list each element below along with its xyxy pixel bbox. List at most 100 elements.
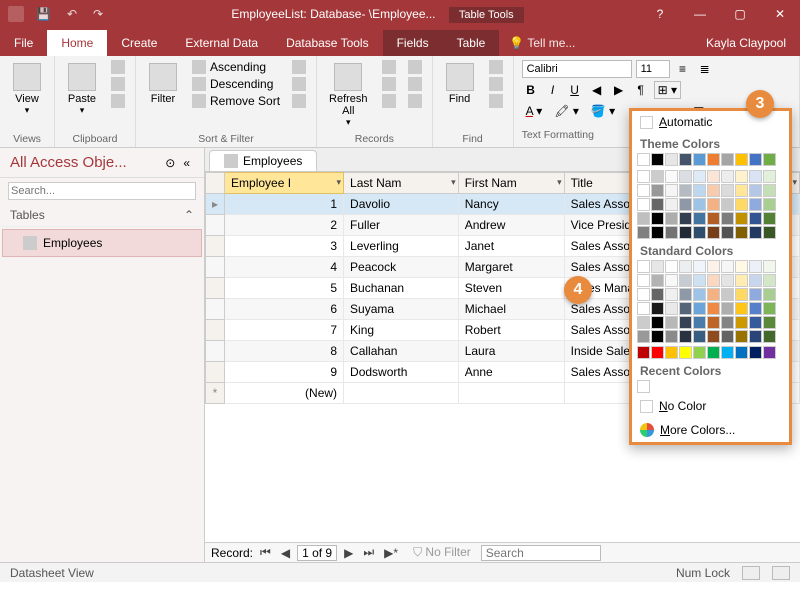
nav-item-employees[interactable]: Employees [2,229,202,257]
standard-color-swatch[interactable] [679,260,692,273]
standard-color-swatch[interactable] [763,316,776,329]
standard-color-swatch[interactable] [679,330,692,343]
row-selector[interactable] [206,320,225,341]
theme-color-swatch[interactable] [651,170,664,183]
tab-home[interactable]: Home [47,30,107,56]
theme-color-swatch[interactable] [721,198,734,211]
cell[interactable]: Leverling [344,236,459,257]
standard-color-swatch[interactable] [763,274,776,287]
text-direction-button[interactable]: ¶ [632,81,650,99]
cell[interactable]: 1 [225,194,344,215]
standard-color-swatch[interactable] [637,346,650,359]
theme-color-swatch[interactable] [637,212,650,225]
standard-color-swatch[interactable] [749,330,762,343]
standard-color-swatch[interactable] [693,346,706,359]
standard-color-swatch[interactable] [665,288,678,301]
cell[interactable]: Janet [458,236,564,257]
standard-color-swatch[interactable] [665,316,678,329]
totals-button[interactable] [404,59,426,75]
underline-button[interactable]: U [566,81,584,99]
column-header[interactable]: First Nam ▾ [458,173,564,194]
standard-color-swatch[interactable] [749,316,762,329]
cut-button[interactable] [107,59,129,75]
standard-color-swatch[interactable] [665,302,678,315]
theme-color-swatch[interactable] [693,198,706,211]
highlight-button[interactable]: 🖍 ▾ [550,102,583,120]
standard-color-swatch[interactable] [721,316,734,329]
theme-color-swatch[interactable] [651,184,664,197]
view-button[interactable]: View▾ [6,59,48,133]
cell[interactable]: Fuller [344,215,459,236]
column-dropdown-icon[interactable]: ▾ [337,177,342,188]
theme-color-swatch[interactable] [721,184,734,197]
record-search-input[interactable] [481,545,601,561]
standard-color-swatch[interactable] [665,330,678,343]
more-colors-option[interactable]: More Colors... [632,418,789,442]
theme-color-swatch[interactable] [735,198,748,211]
theme-color-swatch[interactable] [651,198,664,211]
theme-color-swatch[interactable] [665,153,678,166]
new-row-selector[interactable]: * [206,383,225,404]
nav-next-button[interactable]: ▶ [341,546,356,560]
theme-color-swatch[interactable] [679,198,692,211]
theme-color-swatch[interactable] [693,184,706,197]
minimize-button[interactable]: — [680,0,720,28]
cell[interactable]: Laura [458,341,564,362]
standard-color-swatch[interactable] [721,260,734,273]
cell[interactable]: (New) [225,383,344,404]
theme-color-swatch[interactable] [637,226,650,239]
bold-button[interactable]: B [522,81,540,99]
theme-color-swatch[interactable] [763,226,776,239]
datasheet-view-icon[interactable] [742,566,760,580]
new-record-button[interactable] [378,59,400,75]
find-button[interactable]: Find [439,59,481,133]
standard-color-swatch[interactable] [679,346,692,359]
advanced-button[interactable] [288,76,310,92]
cell[interactable]: Davolio [344,194,459,215]
object-tab-employees[interactable]: Employees [209,150,317,171]
standard-color-swatch[interactable] [637,302,650,315]
select-button[interactable] [485,93,507,109]
cell[interactable]: Anne [458,362,564,383]
theme-color-swatch[interactable] [637,170,650,183]
standard-color-swatch[interactable] [665,274,678,287]
standard-color-swatch[interactable] [749,346,762,359]
theme-color-swatch[interactable] [679,226,692,239]
standard-color-swatch[interactable] [707,330,720,343]
standard-color-swatch[interactable] [749,288,762,301]
standard-color-swatch[interactable] [721,288,734,301]
qat-save-icon[interactable]: 💾 [32,7,55,21]
theme-color-swatch[interactable] [721,226,734,239]
save-record-button[interactable] [378,76,400,92]
spelling-button[interactable] [404,76,426,92]
cell[interactable]: Steven [458,278,564,299]
outdent-button[interactable]: ◀ [588,81,606,99]
nav-shutter-icon[interactable]: « [179,156,194,170]
nav-last-button[interactable]: ⏭ [360,545,377,560]
cell[interactable]: 3 [225,236,344,257]
column-header[interactable]: Employee I ▾ [225,173,344,194]
italic-button[interactable]: I [544,81,562,99]
standard-color-swatch[interactable] [693,316,706,329]
row-selector[interactable] [206,341,225,362]
standard-color-swatch[interactable] [665,346,678,359]
user-name[interactable]: Kayla Claypool [692,30,800,56]
row-selector[interactable] [206,278,225,299]
theme-color-swatch[interactable] [651,226,664,239]
goto-button[interactable] [485,76,507,92]
sort-desc-button[interactable]: Descending [188,76,284,92]
nav-search-input[interactable] [8,182,196,200]
gridlines-button[interactable]: ⊞ ▾ [654,81,681,99]
cell[interactable]: Andrew [458,215,564,236]
theme-color-swatch[interactable] [679,170,692,183]
row-selector[interactable] [206,299,225,320]
theme-color-swatch[interactable] [735,212,748,225]
standard-color-swatch[interactable] [707,274,720,287]
theme-color-swatch[interactable] [665,170,678,183]
theme-color-swatch[interactable] [707,226,720,239]
theme-color-swatch[interactable] [707,170,720,183]
standard-color-swatch[interactable] [763,330,776,343]
standard-color-swatch[interactable] [637,260,650,273]
font-family-select[interactable]: Calibri [522,60,632,78]
standard-color-swatch[interactable] [721,274,734,287]
